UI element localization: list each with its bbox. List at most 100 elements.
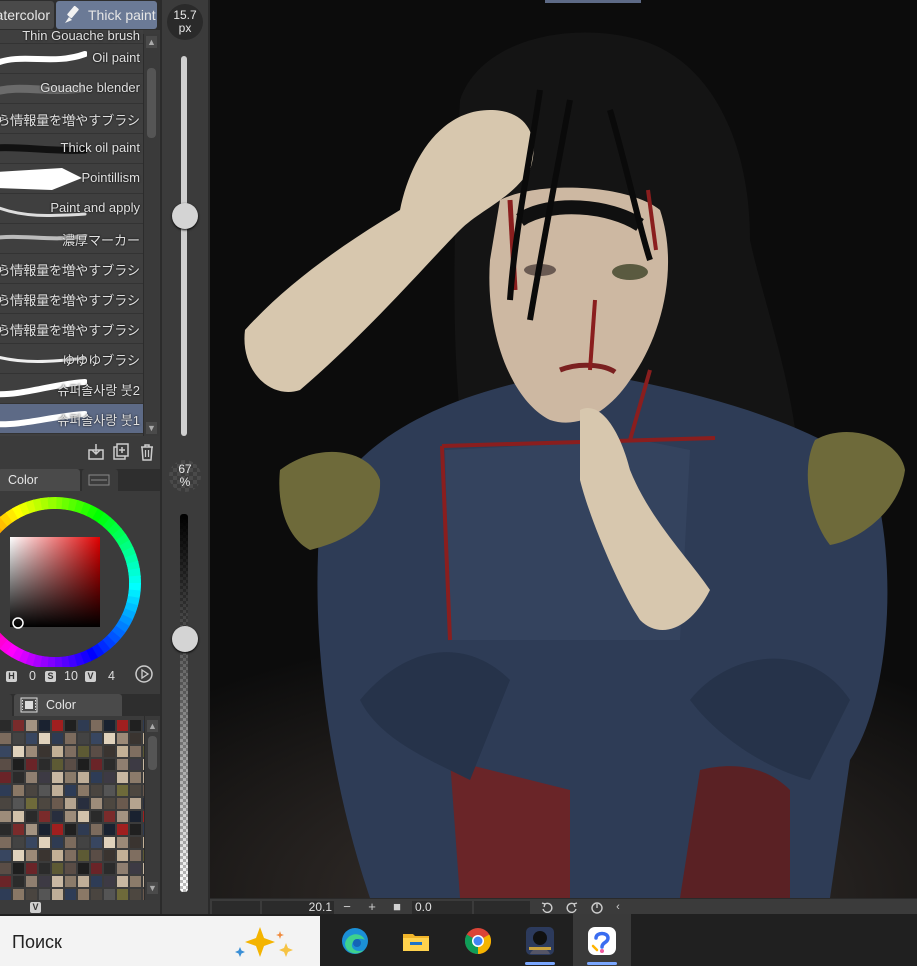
color-swatch[interactable] xyxy=(104,811,115,822)
color-swatch[interactable] xyxy=(130,746,141,757)
brush-item[interactable]: Paint and apply xyxy=(0,194,143,224)
color-swatch[interactable] xyxy=(13,811,24,822)
zoom-field[interactable]: 20.1 xyxy=(262,901,334,914)
color-swatch[interactable] xyxy=(130,798,141,809)
color-swatch[interactable] xyxy=(13,863,24,874)
color-swatch[interactable] xyxy=(65,798,76,809)
color-swatch[interactable] xyxy=(104,720,115,731)
taskbar-search[interactable]: Поиск xyxy=(0,916,320,966)
zoom-out-button[interactable]: − xyxy=(340,900,354,914)
color-swatch[interactable] xyxy=(130,772,141,783)
color-swatch[interactable] xyxy=(78,837,89,848)
color-swatch[interactable] xyxy=(26,720,37,731)
color-swatch[interactable] xyxy=(65,746,76,757)
tab-thick-paint[interactable]: Thick paint xyxy=(56,1,157,29)
color-swatch[interactable] xyxy=(117,863,128,874)
fit-view-icon[interactable]: ■ xyxy=(390,900,404,914)
color-swatch[interactable] xyxy=(0,863,11,874)
color-swatch[interactable] xyxy=(104,824,115,835)
color-swatch[interactable] xyxy=(52,811,63,822)
color-swatch[interactable] xyxy=(130,811,141,822)
color-swatch[interactable] xyxy=(78,811,89,822)
color-swatch[interactable] xyxy=(104,876,115,887)
collapse-arrow-icon[interactable]: ‹ xyxy=(611,900,625,914)
color-swatch[interactable] xyxy=(26,811,37,822)
color-swatch[interactable] xyxy=(0,837,11,848)
color-swatch[interactable] xyxy=(104,759,115,770)
color-swatch[interactable] xyxy=(91,759,102,770)
color-swatch[interactable] xyxy=(65,785,76,796)
taskbar-app-game[interactable] xyxy=(511,914,569,966)
color-swatch[interactable] xyxy=(13,772,24,783)
color-swatch[interactable] xyxy=(52,876,63,887)
color-swatch[interactable] xyxy=(117,876,128,887)
taskbar-app-clip-studio[interactable] xyxy=(573,914,631,966)
color-swatch[interactable] xyxy=(0,746,11,757)
opacity-slider-knob[interactable] xyxy=(172,625,198,652)
color-swatch[interactable] xyxy=(13,798,24,809)
color-swatch[interactable] xyxy=(26,746,37,757)
scroll-up-arrow-icon[interactable]: ▲ xyxy=(147,720,158,732)
color-history-scrollbar[interactable]: ▲ ▼ xyxy=(144,716,160,900)
color-swatch[interactable] xyxy=(117,785,128,796)
brush-size-slider-knob[interactable] xyxy=(172,202,198,229)
taskbar-app-file-explorer[interactable] xyxy=(387,914,445,966)
scroll-down-arrow-icon[interactable]: ▼ xyxy=(146,422,157,434)
color-swatch[interactable] xyxy=(78,850,89,861)
tab-color-history[interactable]: Color History xyxy=(14,694,122,734)
play-circle-icon[interactable] xyxy=(134,664,154,684)
opacity-track[interactable] xyxy=(180,514,188,892)
color-swatch[interactable] xyxy=(26,733,37,744)
color-swatch[interactable] xyxy=(26,824,37,835)
color-swatch[interactable] xyxy=(130,785,141,796)
taskbar-app-chrome[interactable] xyxy=(449,914,507,966)
color-swatch[interactable] xyxy=(78,733,89,744)
color-swatch[interactable] xyxy=(52,720,63,731)
color-swatch[interactable] xyxy=(117,811,128,822)
color-swatch[interactable] xyxy=(91,837,102,848)
color-swatch[interactable] xyxy=(26,772,37,783)
color-swatch[interactable] xyxy=(78,863,89,874)
tab-color-wheel[interactable]: Color Wheel xyxy=(0,469,80,509)
color-swatch[interactable] xyxy=(130,876,141,887)
tab-watercolor[interactable]: atercolor xyxy=(0,1,54,29)
color-swatch[interactable] xyxy=(0,772,11,783)
color-wheel[interactable] xyxy=(0,491,160,667)
color-swatch[interactable] xyxy=(130,759,141,770)
color-swatch[interactable] xyxy=(13,837,24,848)
color-swatch[interactable] xyxy=(91,850,102,861)
color-swatch[interactable] xyxy=(117,733,128,744)
color-swatch[interactable] xyxy=(13,785,24,796)
color-swatch[interactable] xyxy=(130,824,141,835)
color-swatch[interactable] xyxy=(104,733,115,744)
color-swatch[interactable] xyxy=(0,759,11,770)
import-icon[interactable] xyxy=(86,442,106,462)
scroll-thumb[interactable] xyxy=(147,68,156,138)
navigator-field[interactable] xyxy=(212,901,260,914)
color-swatch[interactable] xyxy=(0,824,11,835)
color-swatch[interactable] xyxy=(26,889,37,900)
taskbar-app-edge[interactable] xyxy=(326,914,384,966)
color-swatch[interactable] xyxy=(39,824,50,835)
color-swatch[interactable] xyxy=(65,824,76,835)
scroll-down-arrow-icon[interactable]: ▼ xyxy=(147,882,158,894)
color-swatch[interactable] xyxy=(39,837,50,848)
color-swatch[interactable] xyxy=(78,720,89,731)
color-swatch[interactable] xyxy=(78,772,89,783)
brush-item[interactable]: ゆゆゆブラシ xyxy=(0,344,143,374)
brush-item[interactable]: ら情報量を増やすブラシ xyxy=(0,284,143,314)
color-swatch[interactable] xyxy=(13,889,24,900)
color-swatch[interactable] xyxy=(104,772,115,783)
color-swatch[interactable] xyxy=(0,733,11,744)
color-swatch[interactable] xyxy=(0,811,11,822)
color-swatch[interactable] xyxy=(39,759,50,770)
brush-item[interactable]: 濃厚マーカー xyxy=(0,224,143,254)
brush-item[interactable]: ら情報量を増やすブラシ xyxy=(0,314,143,344)
color-swatch[interactable] xyxy=(91,746,102,757)
color-swatch[interactable] xyxy=(52,863,63,874)
color-swatch[interactable] xyxy=(130,733,141,744)
brush-size-track[interactable] xyxy=(181,56,187,436)
color-swatch[interactable] xyxy=(13,733,24,744)
color-swatch[interactable] xyxy=(91,811,102,822)
color-swatch[interactable] xyxy=(39,720,50,731)
